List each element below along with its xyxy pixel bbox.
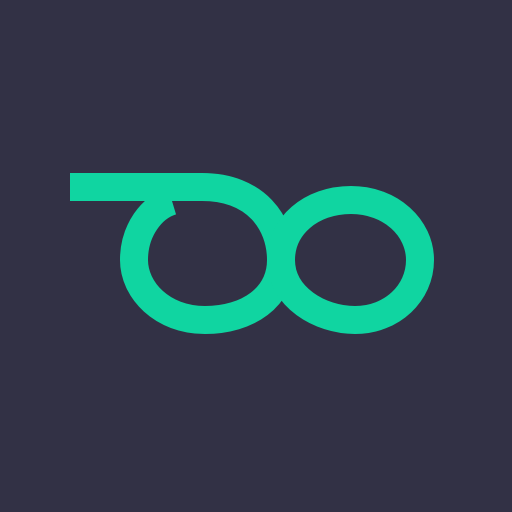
logo-stroke-left <box>70 173 295 334</box>
logo-stroke-right <box>267 186 434 334</box>
infinity-loop-logo-icon <box>70 173 434 334</box>
app-icon-canvas <box>0 0 512 512</box>
